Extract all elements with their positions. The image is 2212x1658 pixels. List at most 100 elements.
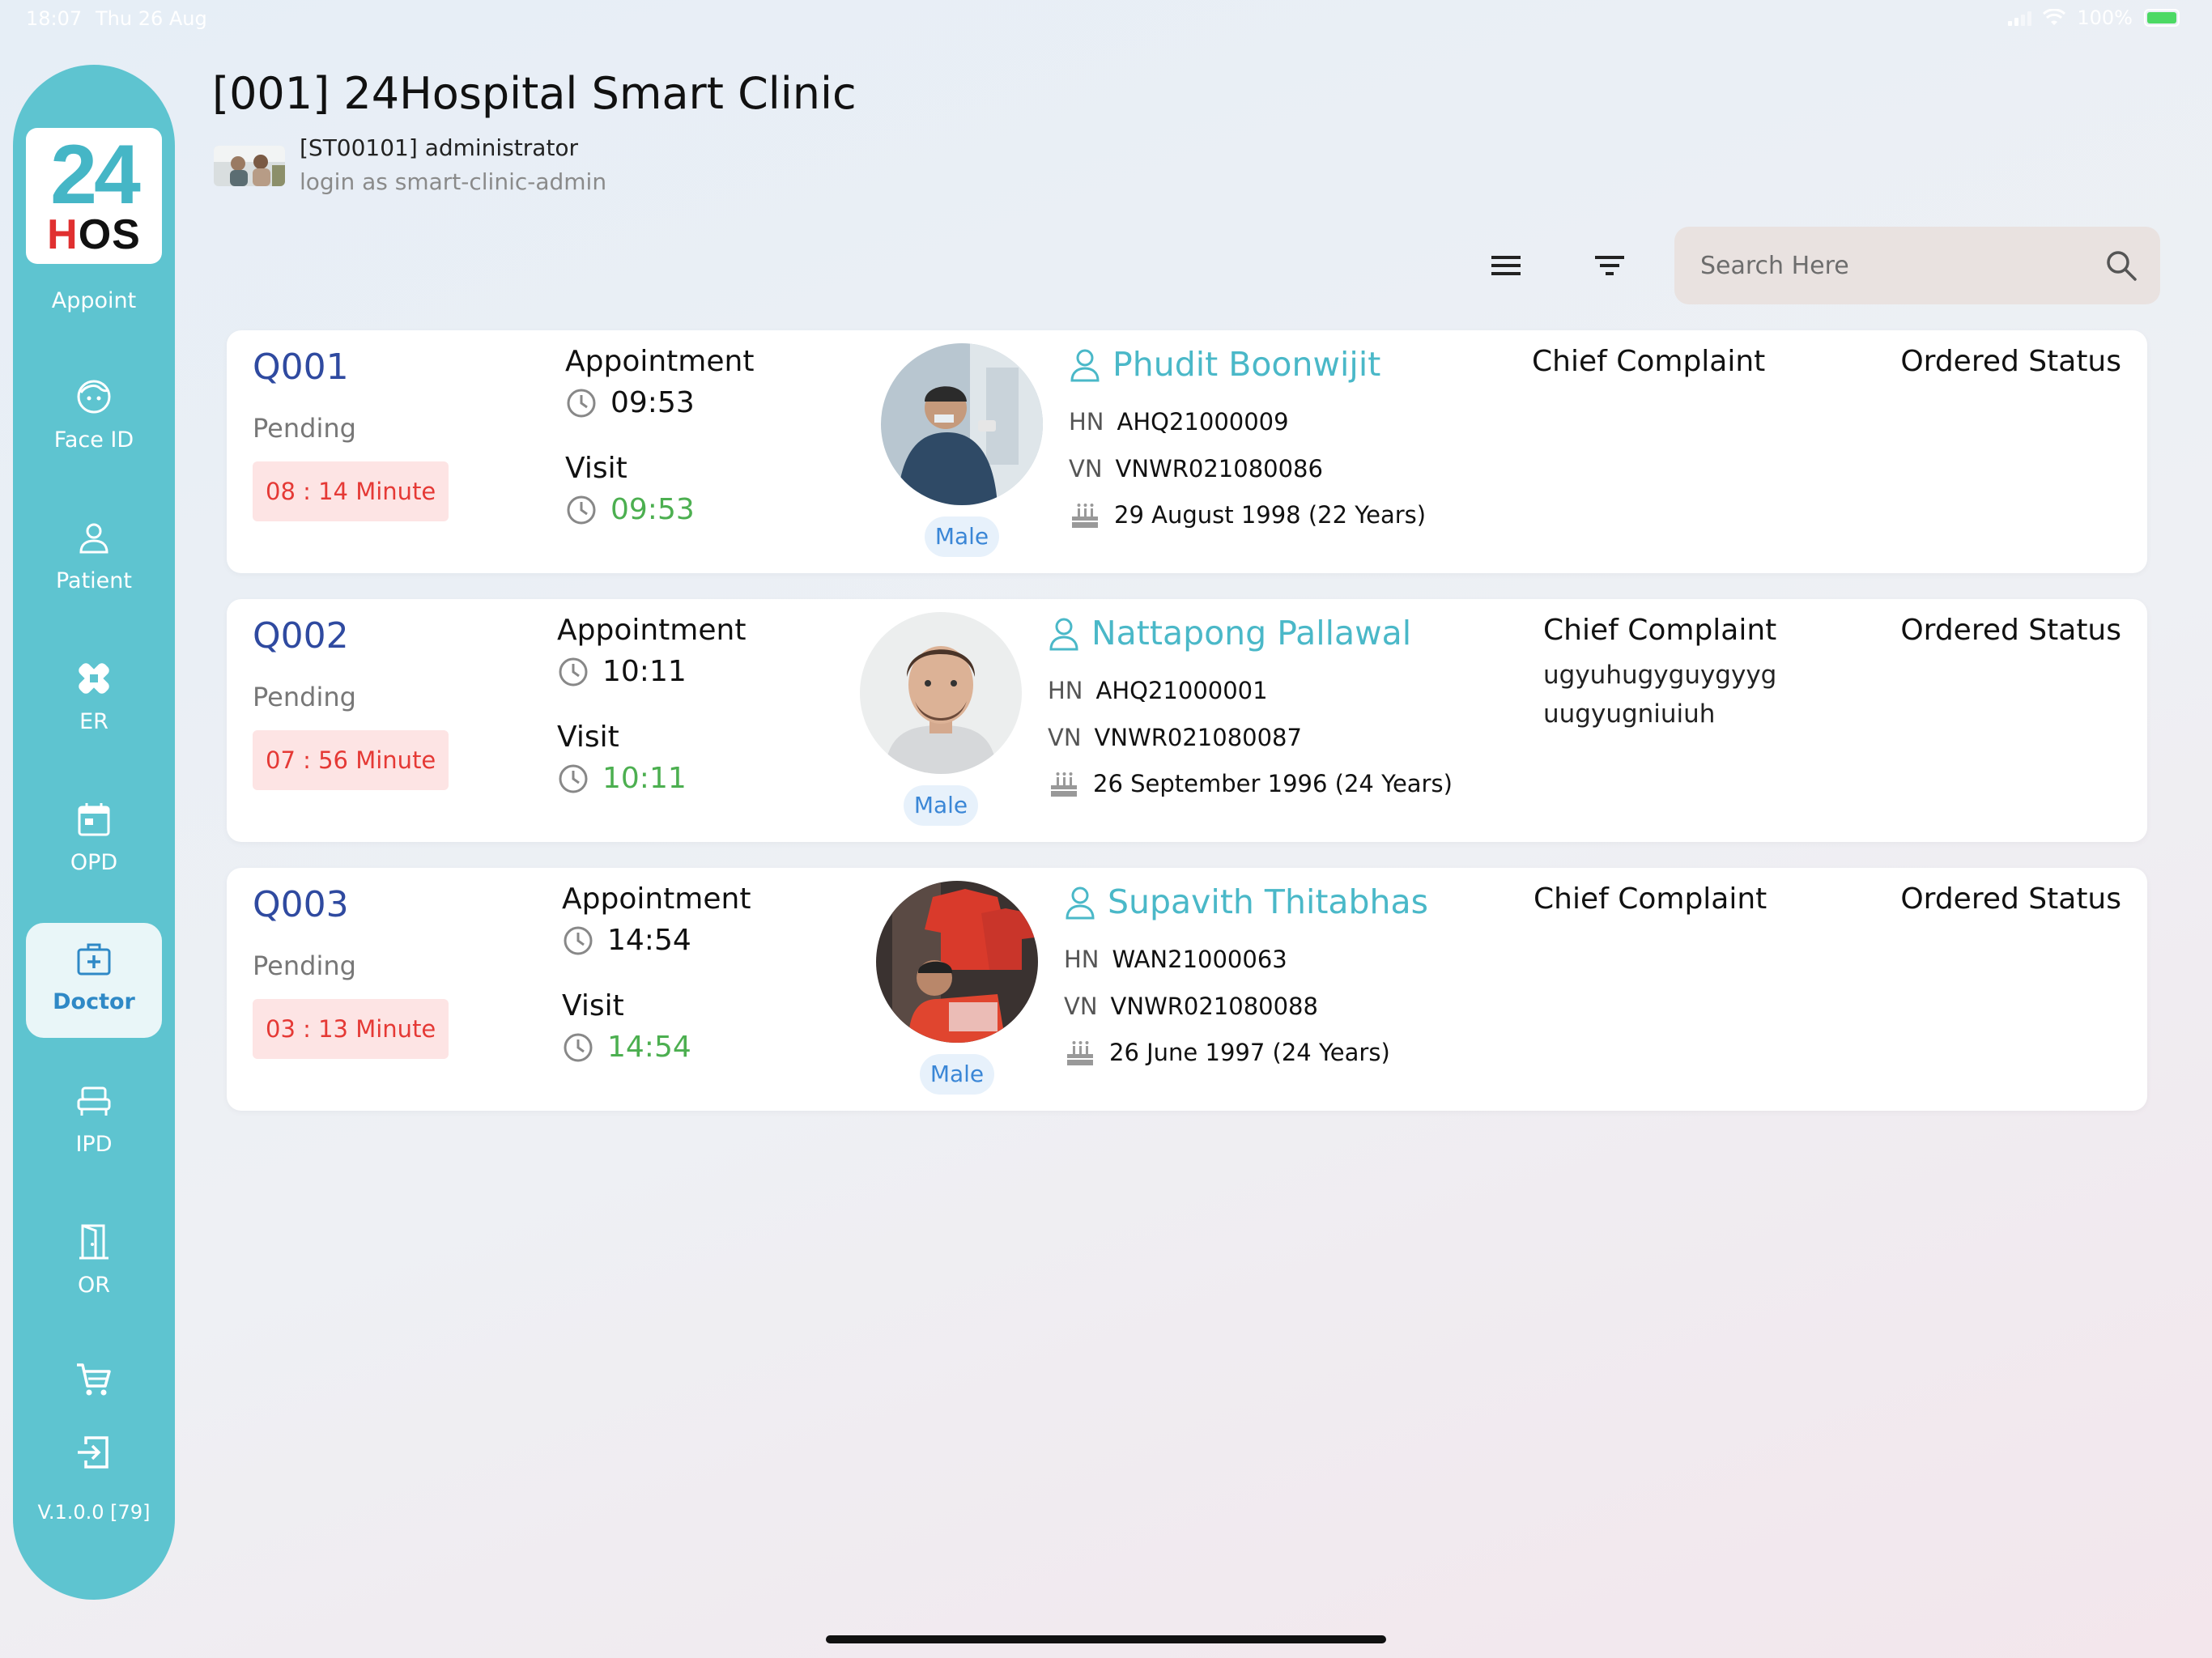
appointment-block: Appointment 14:54 Visit 14:54: [562, 882, 821, 1064]
ordered-status-label: Ordered Status: [1900, 882, 2121, 916]
filter-button[interactable]: [1585, 243, 1634, 288]
gender-badge: Male: [904, 785, 978, 826]
vn-value: VNWR021080087: [1094, 724, 1302, 751]
menu-button[interactable]: [1482, 243, 1530, 288]
appointment-time-row: 10:11: [557, 655, 816, 688]
vn-label: VN: [1064, 993, 1098, 1020]
filter-icon: [1595, 256, 1624, 275]
logout-icon[interactable]: [74, 1433, 113, 1472]
sidebar-item-doctor[interactable]: Doctor: [26, 923, 162, 1038]
clock-icon: [564, 1033, 593, 1061]
vn-value: VNWR021080086: [1115, 455, 1323, 483]
queue-card[interactable]: Q003 Pending 03 : 13 Minute Appointment …: [227, 868, 2147, 1111]
visit-time: 14:54: [607, 1031, 691, 1064]
visit-label: Visit: [562, 989, 624, 1022]
patient-name-row[interactable]: Nattapong Pallawal: [1048, 614, 1411, 653]
appointment-time-row: 14:54: [562, 924, 821, 957]
patient-vn: VN VNWR021080087: [1048, 724, 1302, 751]
hn-value: AHQ21000009: [1117, 408, 1289, 436]
app-logo: 24 HOS: [26, 128, 162, 264]
person-icon: [1066, 886, 1095, 920]
search-icon[interactable]: [2104, 248, 2139, 283]
dob-value: 29 August 1998 (22 Years): [1114, 501, 1427, 529]
cart-icon[interactable]: [74, 1360, 113, 1399]
hn-value: WAN21000063: [1112, 946, 1287, 973]
calendar-icon: [78, 803, 110, 836]
sidebar-item-label: OPD: [70, 850, 118, 875]
user-name: [ST00101] administrator: [300, 134, 579, 161]
battery-percent: 100%: [2077, 6, 2133, 29]
chief-complaint-label: Chief Complaint: [1534, 882, 1767, 916]
sidebar-item-opd[interactable]: OPD: [26, 784, 162, 899]
battery-icon: [2144, 9, 2180, 27]
queue-card[interactable]: Q002 Pending 07 : 56 Minute Appointment …: [227, 599, 2147, 842]
visit-time-row: 09:53: [565, 493, 824, 526]
sidebar-item-appoint[interactable]: Appoint: [13, 288, 175, 313]
waiting-time-badge: 08 : 14 Minute: [253, 461, 449, 521]
status-bar: 18:07 Thu 26 Aug 100%: [0, 0, 2212, 39]
door-icon: [79, 1224, 108, 1260]
clock-icon: [564, 926, 593, 954]
sidebar-item-label: OR: [77, 1273, 110, 1298]
patient-hn: HN AHQ21000009: [1069, 408, 1289, 436]
appointment-block: Appointment 10:11 Visit 10:11: [557, 614, 816, 795]
ordered-status-label: Ordered Status: [1900, 345, 2121, 378]
patient-hn: HN WAN21000063: [1064, 946, 1287, 973]
clock-icon: [567, 495, 596, 524]
vn-value: VNWR021080088: [1110, 993, 1318, 1020]
sidebar-item-er[interactable]: ER: [26, 643, 162, 758]
patient-photo: [881, 343, 1043, 505]
vn-label: VN: [1069, 455, 1103, 483]
ordered-status-label: Ordered Status: [1900, 614, 2121, 647]
status-indicators: 100%: [2008, 6, 2180, 29]
home-indicator[interactable]: [826, 1635, 1386, 1643]
patient-name-row[interactable]: Phudit Boonwijit: [1069, 345, 1380, 384]
gender-badge: Male: [920, 1054, 994, 1095]
waiting-time-badge: 07 : 56 Minute: [253, 730, 449, 790]
person-icon: [1070, 349, 1100, 382]
logo-os: OS: [78, 211, 141, 258]
patient-dob: 29 August 1998 (22 Years): [1069, 499, 1426, 531]
dob-value: 26 June 1997 (24 Years): [1109, 1039, 1390, 1066]
sidebar-item-or[interactable]: OR: [26, 1206, 162, 1321]
visit-time: 09:53: [610, 493, 695, 526]
face-icon: [77, 380, 111, 414]
patient-vn: VN VNWR021080088: [1064, 993, 1318, 1020]
patient-name: Nattapong Pallawal: [1091, 614, 1412, 653]
search-box: [1674, 227, 2160, 304]
status-time: 18:07: [26, 7, 83, 30]
logo-24: 24: [50, 128, 141, 222]
search-input[interactable]: [1700, 244, 2089, 287]
patient-name-row[interactable]: Supavith Thitabhas: [1064, 882, 1428, 921]
hamburger-icon: [1491, 256, 1521, 275]
gender-badge: Male: [925, 517, 999, 557]
medical-kit-icon: [77, 943, 111, 976]
queue-status: Pending: [253, 413, 356, 444]
cake-icon: [1051, 772, 1077, 797]
app-version: V.1.0.0 [79]: [37, 1501, 151, 1524]
bandage-icon: [79, 663, 109, 694]
sidebar-item-label: Doctor: [53, 989, 135, 1014]
hn-label: HN: [1048, 677, 1083, 704]
patient-vn: VN VNWR021080086: [1069, 455, 1323, 483]
visit-time: 10:11: [602, 762, 687, 795]
sidebar-item-label: ER: [79, 709, 108, 734]
hn-label: HN: [1064, 946, 1100, 973]
person-icon: [79, 523, 108, 554]
clock-icon: [559, 764, 588, 793]
patient-hn: HN AHQ21000001: [1048, 677, 1268, 704]
vn-label: VN: [1048, 724, 1082, 751]
sidebar-item-label: Face ID: [53, 427, 134, 453]
sidebar-item-patient[interactable]: Patient: [26, 502, 162, 617]
sidebar-item-face-id[interactable]: Face ID: [26, 361, 162, 476]
logo-hos: HOS: [26, 212, 162, 257]
status-date: Thu 26 Aug: [96, 7, 207, 30]
hn-value: AHQ21000001: [1095, 677, 1268, 704]
visit-time-row: 10:11: [557, 762, 816, 795]
visit-label: Visit: [565, 452, 627, 485]
logo-cross: H: [47, 211, 79, 258]
wifi-icon: [2043, 9, 2066, 25]
sidebar-item-ipd[interactable]: IPD: [26, 1065, 162, 1180]
queue-card[interactable]: Q001 Pending 08 : 14 Minute Appointment …: [227, 330, 2147, 573]
patient-photo: [860, 612, 1022, 774]
